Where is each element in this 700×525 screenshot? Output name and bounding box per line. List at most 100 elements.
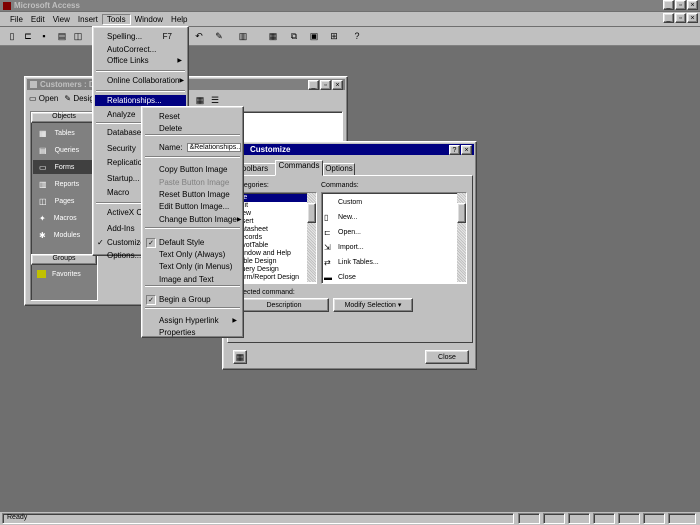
category-item[interactable]: View	[236, 210, 308, 218]
object-item-modules[interactable]: ✱ Modules	[33, 228, 95, 242]
tools-menu-item[interactable]: Office Links ▶	[95, 55, 186, 66]
context-menu-item[interactable]: Name: &Relationships...	[144, 142, 241, 153]
tools-menu-item[interactable]: Spelling... F7	[95, 31, 186, 42]
category-item[interactable]: Form/Report Design	[236, 274, 308, 282]
relationships-icon[interactable]: ⧉	[287, 29, 301, 43]
close-icon[interactable]: ×	[687, 0, 698, 10]
context-menu-item[interactable]: Paste Button Image	[144, 177, 241, 188]
categories-list[interactable]: FileEditViewInsertDatasheetRecordsPivotT…	[233, 192, 317, 284]
category-item[interactable]: Datasheet	[236, 226, 308, 234]
open-icon[interactable]: ⊏	[21, 29, 35, 43]
commands-scroll-thumb[interactable]	[457, 203, 466, 223]
command-item[interactable]: ⇲ Import...	[324, 241, 364, 253]
description-button[interactable]: Description	[239, 298, 329, 312]
categories-scroll-thumb[interactable]	[307, 203, 316, 223]
favorites-item[interactable]: Favorites	[37, 270, 81, 278]
category-item[interactable]: Query Design	[236, 266, 308, 274]
new-icon[interactable]: ▯	[5, 29, 19, 43]
menu-window[interactable]: Window	[131, 15, 167, 24]
groups-header[interactable]: Groups	[31, 254, 97, 265]
object-item-pages[interactable]: ◫ Pages	[33, 194, 95, 208]
context-menu-item[interactable]: Default Style ✓	[144, 237, 241, 248]
modify-selection-button[interactable]: Modify Selection ▾	[333, 298, 413, 312]
menu-edit[interactable]: Edit	[27, 15, 49, 24]
large-icons-icon[interactable]: ▦	[193, 93, 207, 107]
print-icon[interactable]: ▤	[55, 29, 69, 43]
help-question-icon[interactable]: ?	[449, 145, 460, 155]
keyboard-icon[interactable]: ▦	[233, 350, 247, 364]
context-menu-item[interactable]: Text Only (Always)	[144, 249, 241, 260]
context-menu-item[interactable]: Reset Button Image	[144, 189, 241, 200]
analyze-icon[interactable]: ▥	[236, 29, 250, 43]
db-open-button[interactable]: ▭ Open	[29, 94, 58, 103]
menu-view[interactable]: View	[49, 15, 74, 24]
object-item-macros[interactable]: ✦ Macros	[33, 211, 95, 225]
save-icon[interactable]: ▪	[37, 29, 51, 43]
object-item-forms[interactable]: ▭ Forms	[33, 160, 95, 174]
tools-menu-label: Options...	[107, 251, 142, 260]
context-menu-item[interactable]: Properties	[144, 327, 241, 338]
category-item[interactable]: Insert	[236, 218, 308, 226]
object-item-queries[interactable]: ▤ Queries	[33, 143, 95, 157]
context-menu-item[interactable]: Text Only (in Menus)	[144, 261, 241, 272]
context-menu-item[interactable]: Reset	[144, 111, 241, 122]
tools-menu-item[interactable]: Relationships...	[95, 95, 186, 106]
tools-menu-label: Analyze	[107, 110, 136, 119]
context-menu-item[interactable]: Assign Hyperlink ▶	[144, 315, 241, 326]
customize-close-icon[interactable]: ×	[461, 145, 472, 155]
command-item[interactable]: Custom	[324, 196, 362, 208]
office-links-icon[interactable]: ✎	[212, 29, 226, 43]
new-object-icon[interactable]: ▣	[307, 29, 321, 43]
minimize-icon[interactable]: _	[663, 0, 674, 10]
commands-list[interactable]: Custom ▯ New... ⊏ Open... ⇲ Import... ⇄ Link Tab…	[321, 192, 467, 284]
db-maximize-icon[interactable]: ▫	[320, 80, 331, 90]
maximize-icon[interactable]: ▫	[675, 0, 686, 10]
submenu-arrow-icon: ▶	[232, 318, 237, 324]
submenu-arrow-icon: ▶	[236, 217, 242, 223]
context-menu-item[interactable]: Delete	[144, 123, 241, 134]
status-indicator-2	[543, 513, 565, 524]
db-minimize-icon[interactable]: _	[308, 80, 319, 90]
undo-icon[interactable]: ↶	[192, 29, 206, 43]
close-button[interactable]: Close	[425, 350, 469, 364]
context-menu-item[interactable]: Image and Text	[144, 274, 241, 285]
status-text: Ready	[2, 513, 514, 524]
object-item-reports[interactable]: ▥ Reports	[33, 177, 95, 191]
category-item[interactable]: PivotTable	[236, 242, 308, 250]
command-item[interactable]: ▬ Close	[324, 271, 356, 283]
db-close-icon[interactable]: ×	[332, 80, 343, 90]
category-item[interactable]: Window and Help	[236, 250, 308, 258]
mdi-restore-icon[interactable]: ▫	[675, 13, 686, 23]
context-menu-item[interactable]: Edit Button Image...	[144, 201, 241, 212]
mdi-close-icon[interactable]: ×	[687, 13, 698, 23]
properties-icon[interactable]: ▦	[266, 29, 280, 43]
command-item[interactable]: ▯ New...	[324, 211, 357, 223]
menu-file[interactable]: File	[6, 15, 27, 24]
help-icon[interactable]: ?	[350, 29, 364, 43]
context-menu-item[interactable]: Change Button Image ▶	[144, 214, 241, 225]
categories-scrollbar[interactable]	[307, 193, 316, 282]
object-item-tables[interactable]: ▦ Tables	[33, 126, 95, 140]
code-icon[interactable]: ⊞	[327, 29, 341, 43]
category-item[interactable]: Edit	[236, 202, 308, 210]
menu-insert[interactable]: Insert	[74, 15, 102, 24]
context-menu-label: Change Button Image	[159, 215, 237, 224]
list-view-icon[interactable]: ☰	[208, 93, 222, 107]
objects-header[interactable]: Objects	[31, 112, 97, 123]
name-field[interactable]: &Relationships...	[186, 143, 241, 152]
menu-tools[interactable]: Tools	[101, 13, 131, 25]
tab-commands[interactable]: Commands	[275, 160, 323, 176]
context-menu-item[interactable]: Copy Button Image	[144, 164, 241, 175]
category-item[interactable]: Records	[236, 234, 308, 242]
tools-menu-item[interactable]: AutoCorrect...	[95, 44, 186, 55]
category-item[interactable]: File	[236, 194, 308, 202]
context-menu-item[interactable]: Begin a Group ✓	[144, 294, 241, 305]
mdi-minimize-icon[interactable]: _	[663, 13, 674, 23]
command-item[interactable]: ⇄ Link Tables...	[324, 256, 379, 268]
preview-icon[interactable]: ◫	[71, 29, 85, 43]
category-item[interactable]: Table Design	[236, 258, 308, 266]
command-item[interactable]: ⊏ Open...	[324, 226, 361, 238]
tools-menu-item[interactable]: Online Collaboration ▶	[95, 75, 186, 86]
menu-help[interactable]: Help	[167, 15, 191, 24]
commands-scrollbar[interactable]	[457, 193, 466, 282]
